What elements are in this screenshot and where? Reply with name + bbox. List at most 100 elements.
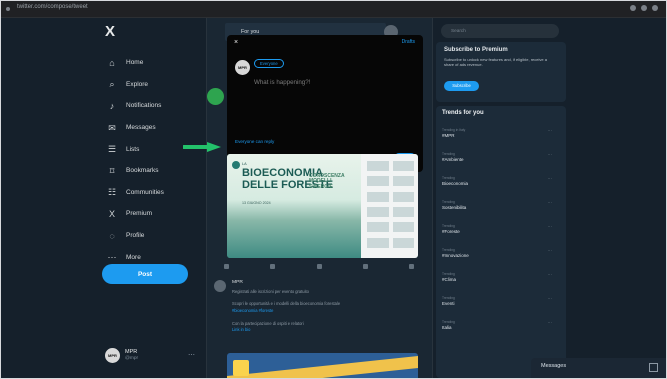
search-input[interactable]: Search bbox=[441, 24, 559, 38]
trend-item[interactable]: Trending Bioeconomia ⋯ bbox=[442, 176, 552, 186]
trend-item[interactable]: Trending #Ambiente ⋯ bbox=[442, 152, 552, 162]
trend-item[interactable]: Trending in Italy #MPR ⋯ bbox=[442, 128, 552, 138]
sponsor-logo bbox=[367, 191, 389, 202]
url-text[interactable]: twitter.com/compose/tweet bbox=[17, 4, 88, 10]
sponsor-logo bbox=[392, 206, 414, 217]
sidebar-item-premium[interactable]: X Premium bbox=[101, 203, 201, 225]
trend-item[interactable]: Trending Sostenibilita ⋯ bbox=[442, 200, 552, 210]
messages-drawer[interactable]: Messages bbox=[531, 358, 666, 378]
sponsor-logo bbox=[392, 161, 414, 171]
trend-topic: Bioeconomia bbox=[442, 181, 469, 186]
sidebar-item-home[interactable]: ⌂ Home bbox=[101, 52, 201, 74]
sidebar-item-explore[interactable]: ⌕ Explore bbox=[101, 74, 201, 96]
trend-topic: Eventi bbox=[442, 301, 455, 306]
sidebar-item-label: Notifications bbox=[126, 102, 162, 110]
sidebar-item-label: Premium bbox=[126, 210, 153, 218]
community-icon: ☷ bbox=[107, 187, 117, 198]
more-icon[interactable]: ⋯ bbox=[548, 320, 553, 326]
x-logo-icon[interactable]: X bbox=[105, 23, 115, 40]
trend-category: Trending bbox=[442, 176, 455, 180]
profile-icon[interactable] bbox=[641, 5, 647, 11]
x-icon: X bbox=[108, 208, 115, 219]
mail-icon: ✉ bbox=[108, 122, 116, 133]
more-icon: ⋯ bbox=[107, 252, 117, 263]
sidebar-item-label: Home bbox=[126, 59, 144, 67]
trend-item[interactable]: Trending #Foreste ⋯ bbox=[442, 224, 552, 234]
more-icon[interactable]: ⋯ bbox=[548, 272, 553, 278]
sidebar-item-label: Lists bbox=[126, 145, 140, 153]
sidebar-item-notifications[interactable]: ♪ Notifications bbox=[101, 95, 201, 117]
premium-text: Subscribe to unlock new features and, if… bbox=[444, 57, 547, 67]
more-icon[interactable]: ⋯ bbox=[548, 224, 553, 230]
more-icon[interactable]: ⋯ bbox=[548, 128, 553, 134]
promo-left-panel: LA BIOECONOMIA DELLE FORESTE 13 GIUGNO 2… bbox=[227, 154, 361, 258]
sidebar-item-bookmarks[interactable]: ⌑ Bookmarks bbox=[101, 160, 201, 182]
trends-panel: Trends for you Trending in Italy #MPR ⋯ Tr… bbox=[436, 106, 566, 378]
subscribe-button[interactable]: Subscribe bbox=[444, 81, 479, 91]
share-icon[interactable] bbox=[409, 264, 414, 269]
trend-category: Trending bbox=[442, 272, 455, 276]
reply-setting[interactable]: Everyone can reply bbox=[235, 139, 274, 144]
sidebar-item-communities[interactable]: ☷ Communities bbox=[101, 182, 201, 204]
bell-icon: ♪ bbox=[109, 100, 115, 111]
sidebar-item-messages[interactable]: ✉ Messages bbox=[101, 117, 201, 139]
reply-icon[interactable] bbox=[224, 264, 229, 269]
trend-item[interactable]: Trending #Innovazione ⋯ bbox=[442, 248, 552, 258]
sponsor-logo bbox=[392, 222, 414, 233]
main-feed: For you × Drafts MPR Everyone What is ha… bbox=[206, 18, 433, 378]
trend-item[interactable]: Trending Italia ⋯ bbox=[442, 320, 552, 330]
profile-name: MPR bbox=[125, 349, 138, 355]
post-button[interactable]: Post bbox=[102, 264, 188, 284]
extension-icon[interactable] bbox=[630, 5, 636, 11]
tweet-hashtags[interactable]: #bioeconomia #foreste bbox=[232, 308, 273, 313]
drafts-link[interactable]: Drafts bbox=[402, 39, 415, 45]
sponsor-logos-panel bbox=[361, 154, 418, 258]
sponsor-logo bbox=[392, 191, 414, 202]
person-icon: ◌ bbox=[109, 230, 115, 241]
trend-category: Trending bbox=[442, 152, 455, 156]
repost-icon[interactable] bbox=[270, 264, 276, 269]
audience-selector[interactable]: Everyone bbox=[254, 59, 284, 68]
arrow-icon bbox=[183, 142, 221, 152]
trend-item[interactable]: Trending Eventi ⋯ bbox=[442, 296, 552, 306]
sponsor-logo bbox=[367, 161, 389, 171]
sponsor-logos bbox=[367, 161, 414, 249]
trend-category: Trending bbox=[442, 224, 455, 228]
sidebar-item-label: Profile bbox=[126, 232, 145, 240]
tweet-link[interactable]: Link in bio bbox=[232, 327, 250, 332]
trend-topic: #Innovazione bbox=[442, 253, 469, 258]
sponsor-logo bbox=[367, 176, 389, 187]
more-icon[interactable]: ⋯ bbox=[548, 152, 553, 158]
tweet-image[interactable] bbox=[227, 353, 418, 378]
compose-input[interactable]: What is happening?! bbox=[254, 79, 310, 86]
browser-bar: twitter.com/compose/tweet bbox=[1, 1, 666, 18]
more-icon[interactable]: ⋯ bbox=[188, 351, 195, 359]
expand-icon[interactable] bbox=[649, 363, 658, 372]
sponsor-logo bbox=[367, 206, 389, 217]
trend-category: Trending bbox=[442, 296, 455, 300]
like-icon[interactable] bbox=[316, 264, 322, 269]
more-icon[interactable]: ⋯ bbox=[548, 200, 553, 206]
views-icon[interactable] bbox=[362, 264, 368, 269]
promo-date: 13 GIUGNO 2024 bbox=[242, 201, 271, 205]
sidebar-item-label: Messages bbox=[126, 124, 156, 132]
profile-switcher[interactable]: MPR MPR @mpr ⋯ bbox=[105, 348, 195, 368]
messages-label: Messages bbox=[541, 363, 567, 369]
bookmark-icon: ⌑ bbox=[109, 165, 115, 176]
right-sidebar: Search Subscribe to Premium Subscribe to… bbox=[436, 18, 566, 378]
promo-kicker: LA bbox=[242, 162, 247, 166]
sidebar-item-profile[interactable]: ◌ Profile bbox=[101, 225, 201, 247]
sponsor-logo bbox=[367, 222, 389, 233]
promo-image[interactable]: LA BIOECONOMIA DELLE FORESTE 13 GIUGNO 2… bbox=[227, 154, 418, 258]
trend-topic: Sostenibilita bbox=[442, 205, 467, 210]
menu-icon[interactable] bbox=[652, 5, 658, 11]
sponsor-logo bbox=[392, 237, 414, 248]
tweet-image-chip bbox=[233, 360, 249, 376]
trend-item[interactable]: Trending #Clima ⋯ bbox=[442, 272, 552, 282]
close-icon[interactable]: × bbox=[234, 39, 238, 46]
tweet-line-2: Scopri le opportunità e i modelli della … bbox=[232, 301, 341, 306]
trends-title: Trends for you bbox=[442, 110, 484, 116]
more-icon[interactable]: ⋯ bbox=[548, 248, 553, 254]
more-icon[interactable]: ⋯ bbox=[548, 296, 553, 302]
more-icon[interactable]: ⋯ bbox=[548, 176, 553, 182]
